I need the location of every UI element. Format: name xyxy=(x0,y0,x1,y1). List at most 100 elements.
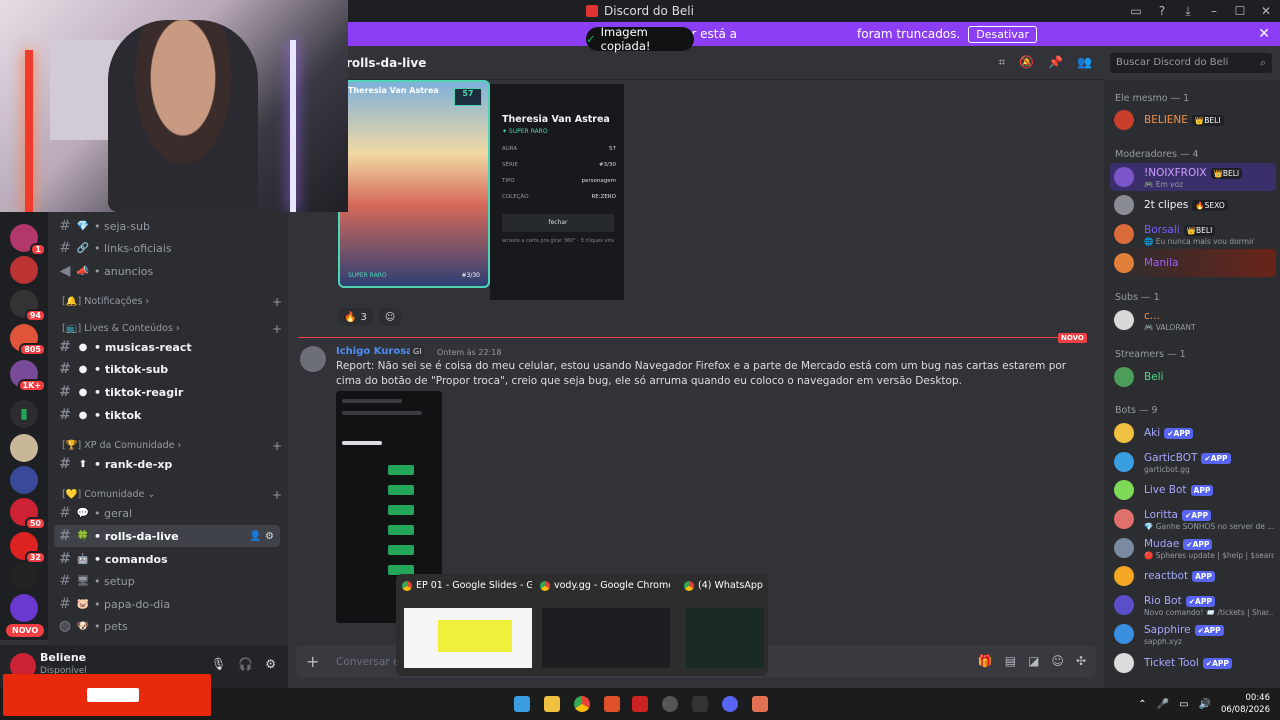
member-item[interactable]: BELIENE 👑BELI xyxy=(1110,106,1276,134)
channel-papa-do-dia[interactable]: # 🐷 • papa-do-dia xyxy=(54,593,280,615)
member-name: Manila xyxy=(1144,257,1179,269)
microphone-icon[interactable]: 🎤 xyxy=(1157,699,1169,710)
close-window-button[interactable]: ✕ xyxy=(1260,4,1272,18)
member-item[interactable]: 2t clipes 🔥SEXO xyxy=(1110,191,1276,219)
channel-anuncios[interactable]: ◀ 📣 • anuncios xyxy=(54,260,280,282)
category-lives[interactable]: [📺] Lives & Conteúdos › + xyxy=(62,322,282,336)
channel-tiktok[interactable]: # ● • tiktok xyxy=(54,404,280,426)
disable-streamer-mode-button[interactable]: Desativar xyxy=(968,25,1038,43)
folder-icon[interactable]: ▮ xyxy=(10,400,38,428)
chrome-icon[interactable] xyxy=(574,696,590,712)
server-icon[interactable]: 1K+ xyxy=(10,360,46,392)
app-icon[interactable] xyxy=(692,696,708,712)
reaction-fire[interactable]: 🔥 3 xyxy=(338,308,373,326)
add-channel-icon[interactable]: + xyxy=(272,439,282,453)
add-channel-icon[interactable]: + xyxy=(272,295,282,309)
server-icon[interactable]: 50 xyxy=(10,498,46,530)
notification-bell-icon[interactable]: 🔕 xyxy=(1019,55,1034,70)
member-list-icon[interactable]: 👥 xyxy=(1077,55,1092,70)
maximize-button[interactable]: ☐ xyxy=(1234,4,1246,18)
server-icon[interactable]: 1 xyxy=(10,224,46,256)
sticker-icon[interactable]: ◪ xyxy=(1028,654,1039,668)
member-item[interactable]: Rio Bot ✔APP Novo comando! 📨 /tickets | Sh… xyxy=(1110,591,1276,619)
member-item[interactable]: Ticket Tool ✔APP xyxy=(1110,649,1276,677)
gift-icon[interactable]: 🎁 xyxy=(978,654,993,668)
channel-seja-sub[interactable]: # 💎 • seja-sub xyxy=(54,215,280,237)
discord-icon[interactable] xyxy=(722,696,738,712)
settings-gear-icon[interactable]: ⚙ xyxy=(265,657,276,671)
headphones-icon[interactable]: 🎧 xyxy=(238,657,253,671)
channel-links-oficiais[interactable]: # 🔗 • links-oficiais xyxy=(54,237,280,259)
member-name-row: Loritta ✔APP xyxy=(1144,509,1212,521)
close-banner-icon[interactable]: ✕ xyxy=(1258,26,1270,42)
member-item[interactable]: Loritta ✔APP 💎 Ganhe SONHOS no server de .… xyxy=(1110,505,1276,533)
microphone-icon[interactable]: 🎙 xyxy=(211,657,226,671)
add-channel-icon[interactable]: + xyxy=(272,322,282,336)
threads-icon[interactable]: ⌗ xyxy=(998,55,1005,70)
app-icon[interactable] xyxy=(632,696,648,712)
member-item[interactable]: reactbot APP xyxy=(1110,562,1276,590)
emoji-icon[interactable]: ☺ xyxy=(1051,654,1064,668)
network-icon[interactable]: ▭ xyxy=(1179,699,1188,710)
close-card-button[interactable]: fechar xyxy=(502,214,614,232)
search-input[interactable]: Buscar Discord do Beli ⌕ xyxy=(1110,53,1272,73)
member-name: !NOIXFROIX xyxy=(1144,167,1207,179)
inbox-icon[interactable]: ▭ xyxy=(1130,4,1142,18)
member-item[interactable]: Borsali 👑BELI 🌐 Eu nunca mais vou dormir xyxy=(1110,220,1276,248)
channel-musicas-react[interactable]: # ● • musicas-react xyxy=(54,336,280,358)
channel-comandos[interactable]: # 🤖 • comandos xyxy=(54,548,280,570)
channel-tiktok-reagir[interactable]: # ● • tiktok-reagir xyxy=(54,381,280,403)
channel-tiktok-sub[interactable]: # ● • tiktok-sub xyxy=(54,358,280,380)
server-icon[interactable]: 94 xyxy=(10,290,46,322)
preview-vody[interactable]: vody.gg - Google Chrome xyxy=(540,580,670,672)
minimize-button[interactable]: – xyxy=(1208,4,1220,18)
server-icon[interactable]: 32 xyxy=(10,532,46,564)
chevron-up-icon[interactable]: ⌃ xyxy=(1138,699,1146,710)
member-item[interactable]: Mudae ✔APP 🔴 Spheres update | $help | $sea… xyxy=(1110,534,1276,562)
message-avatar[interactable] xyxy=(300,346,326,372)
server-icon[interactable] xyxy=(10,256,38,284)
server-icon[interactable] xyxy=(10,562,38,590)
member-item[interactable]: Manila xyxy=(1110,249,1276,277)
add-reaction-button[interactable]: ☺ xyxy=(378,308,402,326)
channel-settings-icons[interactable]: 👤 ⚙ xyxy=(249,531,274,542)
preview-whatsapp[interactable]: (4) WhatsApp... xyxy=(684,580,764,672)
app-icon[interactable] xyxy=(752,696,768,712)
server-icon[interactable]: 805 xyxy=(10,324,46,356)
download-icon[interactable]: ⤓ xyxy=(1182,4,1194,19)
help-icon[interactable]: ? xyxy=(1156,4,1168,18)
add-channel-icon[interactable]: + xyxy=(272,488,282,502)
channel-rank-de-xp[interactable]: # ⬆ • rank-de-xp xyxy=(54,453,280,475)
windows-start-icon[interactable] xyxy=(514,696,530,712)
member-group-header: Streamers — 1 xyxy=(1115,349,1186,360)
brave-icon[interactable] xyxy=(604,696,620,712)
server-icon[interactable] xyxy=(10,434,38,462)
file-explorer-icon[interactable] xyxy=(544,696,560,712)
channel-rolls-da-live[interactable]: # 🍀 • rolls-da-live 👤 ⚙ xyxy=(54,525,280,547)
card-image[interactable]: Theresia Van Astrea 57 SUPER RARO #3/30 xyxy=(338,80,490,288)
server-icon[interactable] xyxy=(10,466,38,494)
member-item[interactable]: !NOIXFROIX 👑BELI 🎮 Em voz xyxy=(1110,163,1276,191)
member-item[interactable]: Beli xyxy=(1110,363,1276,391)
channel-geral[interactable]: # 💬 • geral xyxy=(54,502,280,524)
upload-plus-icon[interactable]: + xyxy=(306,652,319,671)
apps-icon[interactable]: ✣ xyxy=(1076,654,1086,668)
server-icon[interactable] xyxy=(10,594,38,622)
clock[interactable]: 00:46 06/08/2026 xyxy=(1221,692,1270,716)
channel-pets[interactable]: ◍ 🐶 • pets xyxy=(54,615,280,637)
gif-icon[interactable]: ▤ xyxy=(1005,654,1016,668)
member-item[interactable]: GarticBOT ✔APP garticbot.gg xyxy=(1110,448,1276,476)
category-notificacoes[interactable]: [🔔] Notificações › + xyxy=(62,295,282,309)
category-comunidade[interactable]: [💛] Comunidade ⌄ + xyxy=(62,488,282,502)
volume-icon[interactable]: 🔊 xyxy=(1199,699,1211,710)
member-avatar xyxy=(1114,167,1134,187)
preview-google-slides[interactable]: EP 01 - Google Slides - G... xyxy=(402,580,532,672)
category-xp[interactable]: [🏆] XP da Comunidade › + xyxy=(62,439,282,453)
member-item[interactable]: Aki ✔APP xyxy=(1110,419,1276,447)
obs-icon[interactable] xyxy=(662,696,678,712)
member-item[interactable]: c... 🎮 VALORANT xyxy=(1110,306,1276,334)
channel-setup[interactable]: # 🖥 • setup xyxy=(54,570,280,592)
member-item[interactable]: Sapphire ✔APP sapph.xyz xyxy=(1110,620,1276,648)
member-item[interactable]: Live Bot APP xyxy=(1110,476,1276,504)
pin-icon[interactable]: 📌 xyxy=(1048,55,1063,70)
